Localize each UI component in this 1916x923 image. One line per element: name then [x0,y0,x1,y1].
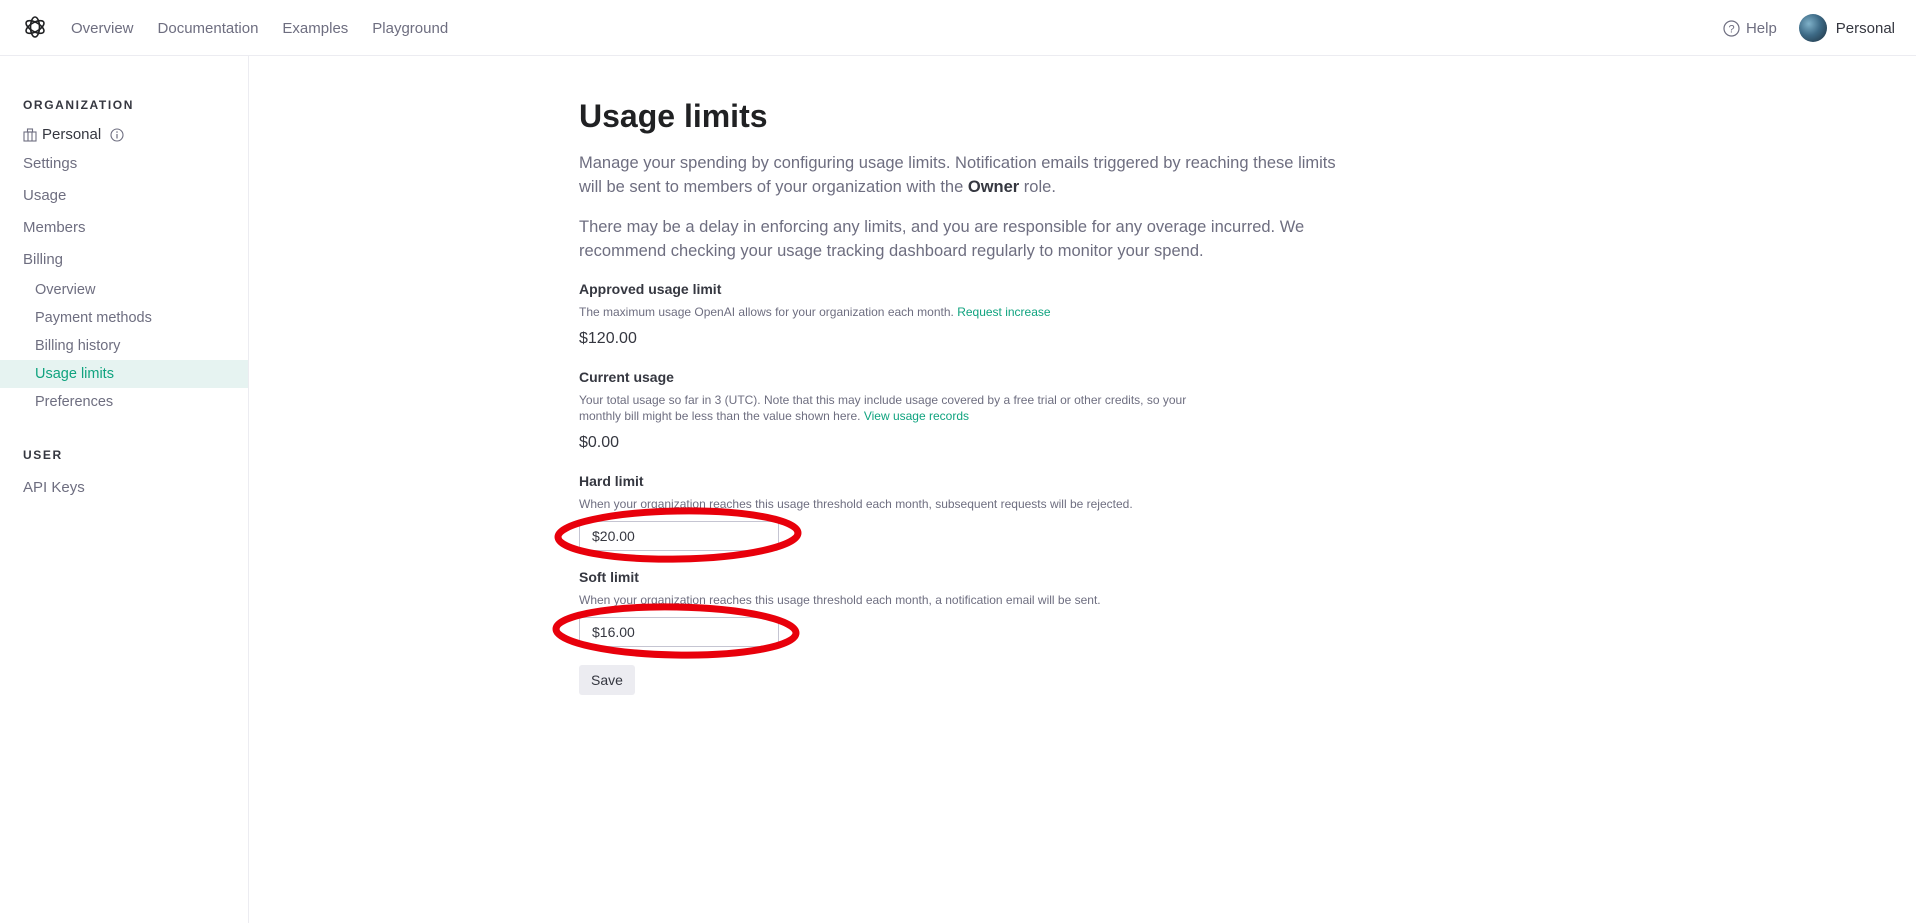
approved-limit-label: Approved usage limit [579,281,722,297]
nav-playground[interactable]: Playground [372,20,448,37]
intro-paragraph-2: There may be a delay in enforcing any li… [579,218,1305,260]
soft-limit-input[interactable] [579,617,779,647]
sidebar-item-members[interactable]: Members [0,214,248,242]
account-name: Personal [1835,19,1895,37]
info-icon[interactable] [110,127,124,142]
hard-limit-desc: When your organization reaches this usag… [579,497,1133,511]
current-usage-desc: Your total usage so far in 3 (UTC). Note… [579,393,1187,423]
hard-limit-input[interactable] [579,521,779,551]
sidebar-item-billing-history[interactable]: Billing history [0,332,248,360]
sidebar-section-organization: ORGANIZATION [23,98,134,112]
soft-limit-desc: When your organization reaches this usag… [579,593,1101,607]
nav-documentation[interactable]: Documentation [158,20,259,37]
request-increase-link[interactable]: Request increase [957,305,1050,319]
svg-text:?: ? [1728,23,1734,35]
sidebar-item-usage-limits[interactable]: Usage limits [0,360,248,388]
view-usage-records-link[interactable]: View usage records [864,409,969,423]
save-button[interactable]: Save [579,665,635,695]
approved-limit-desc: The maximum usage OpenAI allows for your… [579,305,1051,319]
help-label: Help [1745,19,1777,37]
page-title: Usage limits [579,98,768,134]
building-icon [23,127,37,142]
nav-examples[interactable]: Examples [282,20,348,37]
soft-limit-label: Soft limit [579,569,639,585]
approved-limit-value: $120.00 [579,330,637,347]
sidebar-item-usage[interactable]: Usage [0,182,248,210]
sidebar-item-settings[interactable]: Settings [0,150,248,178]
help-button[interactable]: ? Help [1723,20,1777,37]
nav-overview[interactable]: Overview [71,20,134,37]
current-usage-value: $0.00 [579,434,620,451]
sidebar-section-user: USER [23,448,63,462]
account-menu[interactable]: Personal [1798,14,1895,42]
sidebar-item-payment-methods[interactable]: Payment methods [0,304,248,332]
intro-paragraph-1: Manage your spending by configuring usag… [579,154,1336,196]
question-circle-icon: ? [1723,19,1740,37]
sidebar-item-billing-overview[interactable]: Overview [0,276,248,304]
openai-logo-icon[interactable] [22,14,48,40]
current-usage-label: Current usage [579,369,674,385]
sidebar-item-api-keys[interactable]: API Keys [0,474,248,502]
top-navbar: Overview Documentation Examples Playgrou… [0,0,1916,56]
top-nav-links: Overview Documentation Examples Playgrou… [71,0,472,56]
hard-limit-label: Hard limit [579,473,644,489]
avatar [1798,14,1827,42]
top-right-controls: ? Help Personal [1723,0,1895,56]
org-name: Personal [42,126,102,143]
org-selector[interactable]: Personal [23,126,124,143]
sidebar-item-billing[interactable]: Billing [0,246,248,274]
sidebar-item-preferences[interactable]: Preferences [0,388,248,416]
sidebar: ORGANIZATION Personal Settings Usage Mem… [0,56,249,923]
